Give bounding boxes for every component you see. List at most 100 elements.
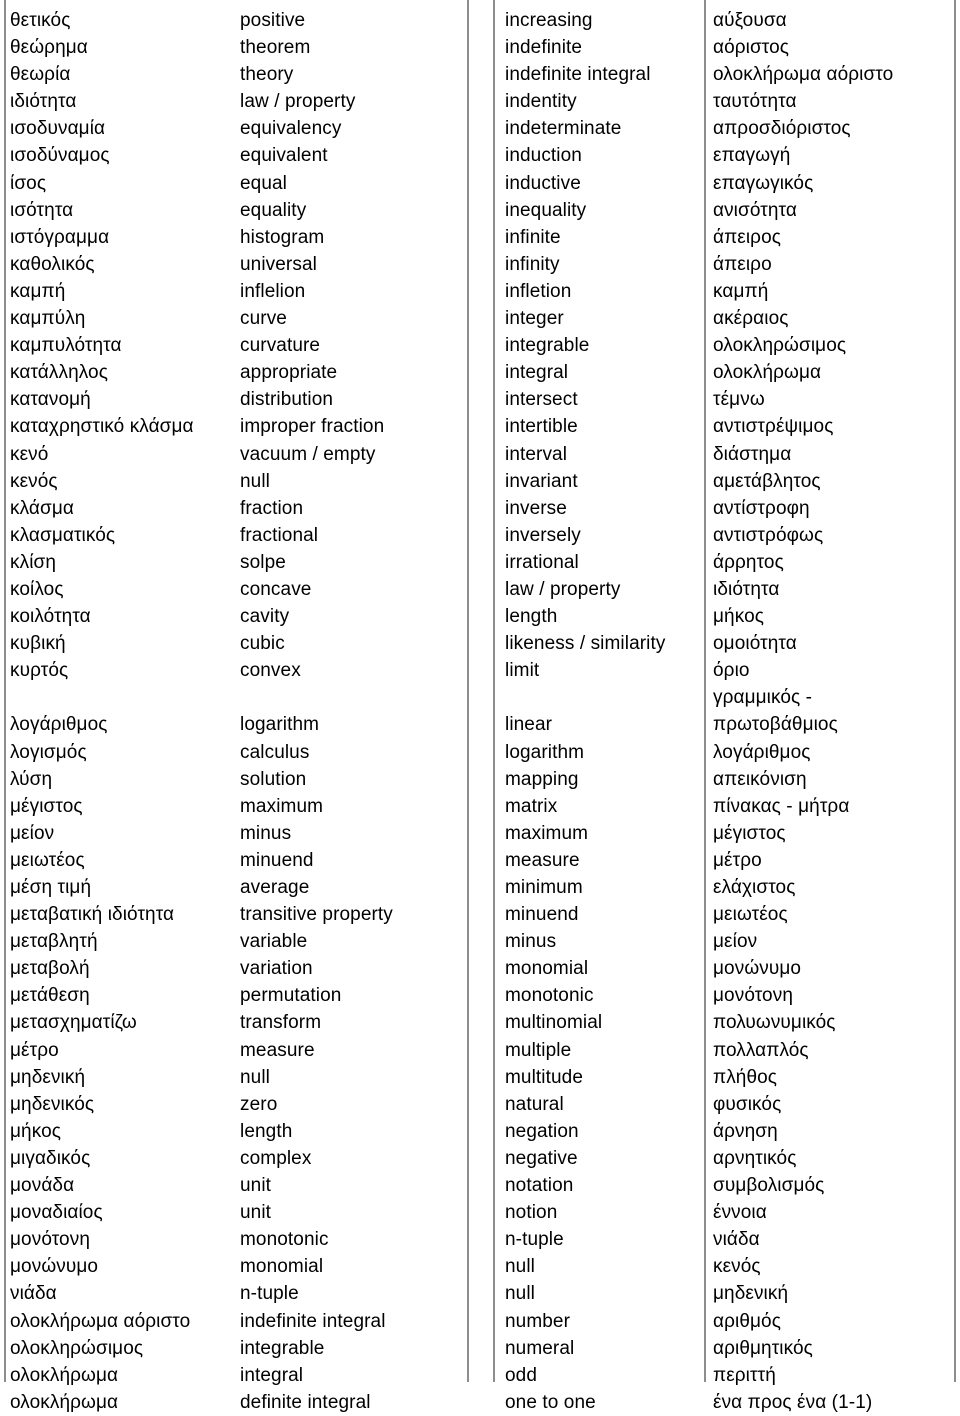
glossary-translation: logarithm: [240, 714, 320, 736]
glossary-translation: απεικόνιση: [713, 768, 807, 790]
glossary-entry: ισοδυναμία equivalency: [0, 115, 468, 142]
glossary-entry: γραμμικός -: [494, 684, 960, 711]
glossary-entry: θεωρία theory: [0, 61, 468, 88]
glossary-translation: ελάχιστος: [713, 877, 796, 898]
glossary-translation: πολλαπλός: [713, 1039, 809, 1061]
glossary-entry: mapping απεικόνιση: [494, 766, 960, 793]
glossary-term: λύση: [10, 768, 53, 790]
glossary-translation: distribution: [240, 389, 334, 411]
glossary-entry: indefinite integral ολοκλήρωμα αόριστο: [494, 61, 960, 88]
glossary-term: indeterminate: [505, 118, 622, 140]
glossary-translation: μονότονη: [713, 985, 793, 1007]
glossary-translation: πολυωνυμικός: [713, 1012, 836, 1034]
glossary-term: linear: [505, 714, 553, 736]
glossary-translation: ανισότητα: [713, 199, 797, 221]
glossary-translation: monomial: [240, 1256, 324, 1278]
glossary-entry: indentity ταυτότητα: [494, 88, 960, 115]
glossary-entry: monomial μονώνυμο: [494, 955, 960, 982]
glossary-entry: multitude πλήθος: [494, 1064, 960, 1091]
glossary-entry: multinomial πολυωνυμικός: [494, 1009, 960, 1036]
glossary-translation: solution: [240, 768, 307, 790]
glossary-translation: μέτρο: [713, 849, 762, 871]
glossary-entry: κοίλος concave: [0, 576, 468, 603]
glossary-entry: καμπυλότητα curvature: [0, 332, 468, 359]
glossary-term: μονότονη: [10, 1229, 90, 1251]
glossary-term: integral: [505, 362, 569, 384]
glossary-entry: μείον minus: [0, 820, 468, 847]
glossary-entry: minus μείον: [494, 928, 960, 955]
glossary-term: μειωτέος: [10, 849, 85, 871]
glossary-translation: ολοκληρώσιμος: [713, 335, 847, 357]
glossary-entry: minimum ελάχιστος: [494, 874, 960, 901]
glossary-translation: μειωτέος: [713, 904, 788, 926]
glossary-term: κυβική: [10, 633, 66, 655]
glossary-entry: integer ακέραιος: [494, 305, 960, 332]
glossary-term: n-tuple: [505, 1229, 564, 1251]
glossary-entry: maximum μέγιστος: [494, 820, 960, 847]
glossary-entry: negative αρνητικός: [494, 1145, 960, 1172]
glossary-term: μείον: [10, 822, 55, 844]
glossary-term: inversely: [505, 524, 581, 546]
glossary-term: multitude: [505, 1066, 583, 1088]
glossary-translation: equality: [240, 199, 307, 221]
glossary-entry: limit όριο: [494, 657, 960, 684]
glossary-translation: αμετάβλητος: [713, 470, 821, 492]
glossary-entry: ολοκλήρωμα definite integral: [0, 1389, 468, 1416]
glossary-translation: equal: [240, 172, 287, 194]
glossary-entry: [0, 684, 468, 711]
glossary-term: κενό: [10, 443, 49, 465]
glossary-term: indentity: [505, 91, 577, 113]
glossary-term: inequality: [505, 199, 587, 221]
glossary-translation: appropriate: [240, 362, 338, 384]
glossary-entry: μονότονη monotonic: [0, 1226, 468, 1253]
glossary-entry: logarithm λογάριθμος: [494, 739, 960, 766]
glossary-term: maximum: [505, 822, 589, 844]
glossary-term: logarithm: [505, 741, 585, 763]
glossary-translation: ένα προς ένα (1-1): [713, 1391, 873, 1413]
glossary-translation: περιττή: [713, 1364, 776, 1386]
glossary-term: one to one: [505, 1391, 596, 1413]
glossary-translation: αντιστρόφως: [713, 524, 824, 546]
glossary-entry: ιστόγραμμα histogram: [0, 224, 468, 251]
glossary-term: μετασχηματίζω: [10, 1012, 137, 1034]
glossary-entry: number αριθμός: [494, 1308, 960, 1335]
glossary-translation: τέμνω: [713, 389, 765, 411]
glossary-translation: απροσδιόριστος: [713, 118, 851, 140]
glossary-entry: infinite άπειρος: [494, 224, 960, 251]
glossary-term: irrational: [505, 551, 579, 573]
glossary-list-english-to-greek: increasing αύξουσα indefinite αόριστος indef…: [494, 7, 960, 1416]
glossary-term: integrable: [505, 335, 590, 357]
glossary-entry: ισότητα equality: [0, 197, 468, 224]
glossary-translation: κενός: [713, 1256, 761, 1278]
glossary-term: ισοδυναμία: [10, 118, 106, 140]
glossary-term: κυρτός: [10, 660, 69, 682]
glossary-term: intersect: [505, 389, 578, 411]
glossary-translation: πλήθος: [713, 1066, 778, 1088]
glossary-translation: theorem: [240, 37, 311, 59]
glossary-entry: odd περιττή: [494, 1362, 960, 1389]
glossary-entry: intersect τέμνω: [494, 386, 960, 413]
glossary-translation: universal: [240, 253, 317, 275]
glossary-term: κλάσμα: [10, 497, 74, 519]
glossary-term: μεταβλητή: [10, 931, 98, 953]
glossary-term: μέγιστος: [10, 795, 83, 817]
glossary-entry: κλίση solpe: [0, 549, 468, 576]
glossary-translation: άρρητος: [713, 551, 784, 573]
glossary-term: length: [505, 606, 558, 628]
glossary-term: μέση τιμή: [10, 877, 92, 898]
glossary-translation: solpe: [240, 551, 286, 573]
glossary-term: matrix: [505, 795, 558, 817]
glossary-entry: κλάσμα fraction: [0, 495, 468, 522]
glossary-translation: measure: [240, 1039, 315, 1061]
glossary-translation: αόριστος: [713, 37, 790, 59]
glossary-entry: μεταβολή variation: [0, 955, 468, 982]
glossary-entry: μέγιστος maximum: [0, 793, 468, 820]
glossary-translation: transitive property: [240, 904, 393, 926]
glossary-term: καθολικός: [10, 253, 95, 275]
glossary-entry: multiple πολλαπλός: [494, 1037, 960, 1064]
glossary-term: κοίλος: [10, 578, 64, 600]
glossary-entry: κενό vacuum / empty: [0, 441, 468, 468]
glossary-translation: μονώνυμο: [713, 958, 802, 980]
glossary-entry: irrational άρρητος: [494, 549, 960, 576]
glossary-translation: theory: [240, 64, 294, 86]
